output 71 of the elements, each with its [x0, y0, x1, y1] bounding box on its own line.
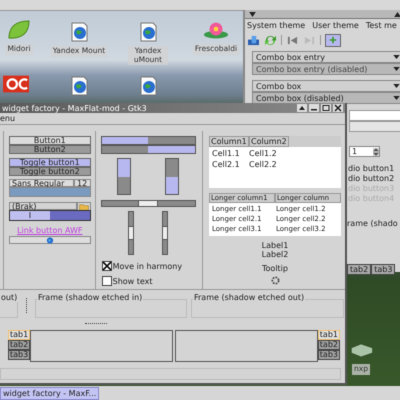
radio-button[interactable]: dio button1	[348, 164, 400, 174]
dropdown-arrow-icon	[393, 84, 400, 88]
push-button[interactable]: Button1	[9, 136, 91, 145]
toggle-button[interactable]: Toggle button2	[9, 167, 91, 176]
checkbox-label[interactable]: Show text	[112, 276, 153, 286]
dropdown-arrow-icon	[393, 55, 400, 59]
table-cell-text: Cell2.2	[248, 160, 277, 169]
table-cell-text: Cell1.1	[211, 149, 241, 158]
push-button[interactable]: Button2	[9, 145, 91, 154]
combo-box[interactable]: Combo box	[252, 80, 400, 92]
tab[interactable]: tab3	[318, 350, 340, 360]
window-title: widget factory - MaxFlat-mod - Gtk3	[1, 104, 147, 112]
toggle-button[interactable]: Toggle button1	[9, 158, 91, 167]
slider-handle[interactable]	[128, 226, 134, 240]
column-header[interactable]: Column2	[249, 136, 289, 147]
slider-handle[interactable]	[162, 226, 168, 240]
spin-field[interactable]: 1	[349, 146, 380, 157]
tab[interactable]: tab3	[371, 264, 396, 275]
radio-button[interactable]: dio button2	[348, 174, 400, 184]
taskbar-button[interactable]: widget factory - MaxF...	[0, 386, 100, 400]
tab[interactable]: tab2	[8, 340, 30, 350]
checkbox[interactable]	[102, 261, 112, 271]
skip-back-icon[interactable]	[286, 34, 299, 46]
document-icon[interactable]	[247, 34, 260, 46]
checkbox-label[interactable]: Move in harmony	[112, 262, 182, 270]
tooltip-label: Tooltip	[261, 264, 289, 273]
frame-label: rame (shado	[347, 219, 399, 228]
slider[interactable]	[162, 211, 168, 255]
spinner-icon	[270, 276, 280, 285]
dropdown-arrow-icon	[393, 96, 400, 100]
leaf-icon[interactable]	[6, 20, 32, 40]
toggle-switch[interactable]: I	[9, 210, 91, 221]
dropdown-arrow-icon	[393, 67, 400, 71]
tab[interactable]: tab1	[318, 330, 340, 340]
menu-item[interactable]: Test me	[366, 21, 397, 30]
frame-label: Frame (shadow etched in)	[37, 293, 144, 302]
color-button[interactable]	[9, 187, 91, 197]
plus-icon	[329, 36, 337, 44]
slider-handle[interactable]	[138, 200, 158, 207]
close-icon[interactable]	[333, 104, 343, 112]
menu-item[interactable]: enu	[0, 114, 16, 123]
menu-item[interactable]: User theme	[312, 21, 359, 30]
maximize-icon[interactable]	[321, 104, 331, 112]
file-chooser-button[interactable]: (Brak)	[9, 202, 77, 210]
office-icon[interactable]	[3, 74, 29, 94]
tab[interactable]: tab3	[8, 350, 30, 360]
font-size-button[interactable]: 12	[74, 179, 91, 187]
frame-label: Frame (shadow etched out)	[193, 293, 306, 302]
tab[interactable]: tab2	[318, 340, 340, 350]
minimize-icon[interactable]	[309, 104, 319, 112]
label: Label2	[260, 250, 290, 259]
globe-icon	[44, 237, 55, 244]
table-cell-text: Cell1.2	[248, 149, 277, 158]
shade-icon[interactable]	[297, 104, 307, 112]
add-button[interactable]	[325, 34, 341, 46]
table-cell-text: Cell2.1	[211, 160, 241, 169]
text-field[interactable]	[349, 121, 400, 132]
menu-item[interactable]: System theme	[247, 21, 306, 30]
globe-button[interactable]	[9, 236, 91, 244]
label: Label1	[260, 241, 290, 250]
checkbox[interactable]	[102, 276, 112, 286]
slider[interactable]	[100, 200, 196, 207]
text-field[interactable]	[349, 110, 400, 121]
tab[interactable]: tab1	[8, 330, 30, 340]
column-header[interactable]: Column1	[209, 136, 249, 147]
spin-arrows-icon	[373, 148, 379, 156]
tab[interactable]: tab2	[347, 264, 372, 275]
slider[interactable]	[128, 211, 134, 255]
combo-box[interactable]: Combo box entry	[252, 51, 400, 63]
font-button[interactable]: Sans Regular	[9, 179, 74, 187]
frame-label: out)	[0, 293, 18, 302]
